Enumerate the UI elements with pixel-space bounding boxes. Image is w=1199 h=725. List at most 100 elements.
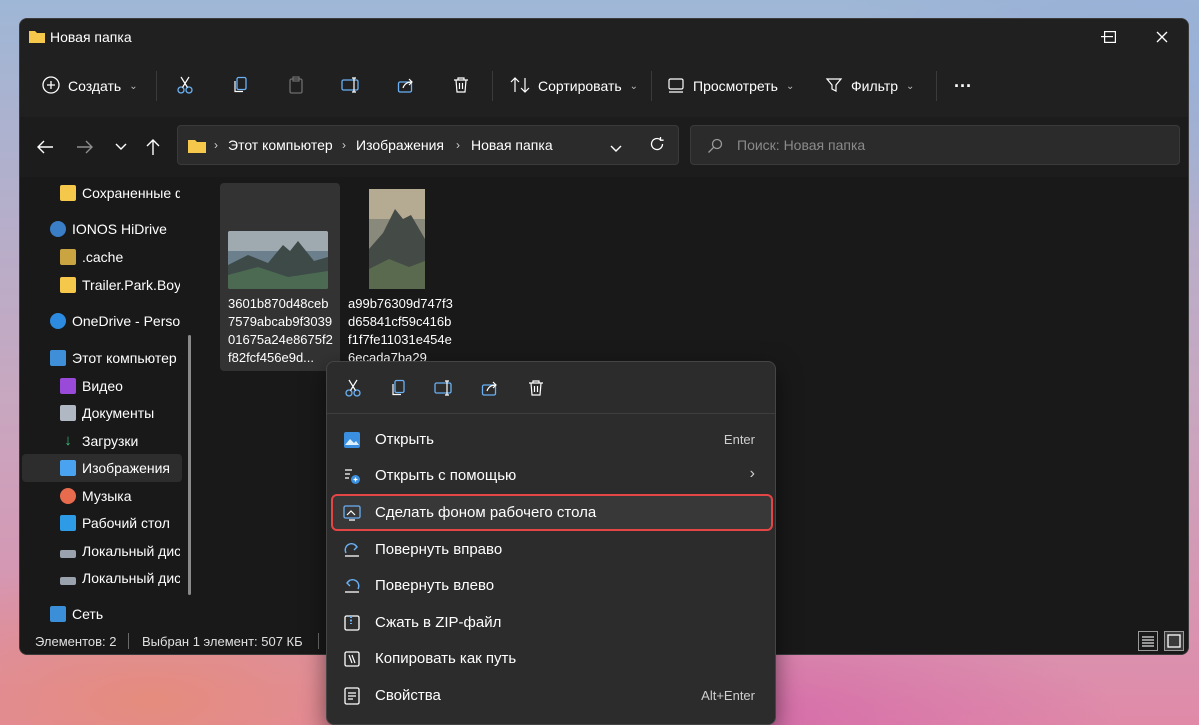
create-button[interactable]: Создать ⌄	[42, 69, 138, 103]
sort-button[interactable]: Сортировать ⌄	[510, 69, 638, 103]
menu-item-rotate-left[interactable]: Повернуть влево	[333, 569, 771, 602]
command-bar: Создать ⌄ Сортировать ⌄ Просмотреть ⌄ Фи…	[20, 55, 1188, 117]
menu-item-properties[interactable]: Свойства Alt+Enter	[333, 679, 771, 712]
sidebar-item-music[interactable]: Музыка	[20, 482, 180, 510]
address-bar[interactable]: › Этот компьютер › Изображения › Новая п…	[177, 125, 679, 165]
filter-icon	[825, 76, 843, 97]
file-name: a99b76309d747f3d65841cf59c416bf1f7fe1103…	[348, 296, 453, 365]
sidebar-item-local-disk-1[interactable]: Локальный дис	[20, 537, 180, 565]
sidebar-item-label: Trailer.Park.Boys	[82, 277, 180, 293]
breadcrumb-separator: ›	[456, 138, 460, 152]
menu-item-label: Повернуть вправо	[375, 541, 503, 558]
search-box[interactable]: Поиск: Новая папка	[690, 125, 1180, 165]
sidebar-item-trailer-park-boys[interactable]: Trailer.Park.Boys	[20, 271, 180, 299]
menu-item-copy-as-path[interactable]: Копировать как путь	[333, 642, 771, 675]
search-placeholder: Поиск: Новая папка	[737, 137, 866, 153]
menu-item-label: Копировать как путь	[375, 650, 517, 667]
menu-item-rotate-right[interactable]: Повернуть вправо	[333, 533, 771, 566]
documents-icon	[60, 405, 76, 421]
sidebar-item-this-pc[interactable]: Этот компьютер	[20, 344, 180, 372]
file-item[interactable]: 3601b870d48ceb7579abcab9f303901675a24e86…	[220, 183, 340, 371]
sidebar-item-desktop[interactable]: Рабочий стол	[20, 509, 180, 537]
breadcrumb-this-pc[interactable]: Этот компьютер	[228, 137, 333, 153]
delete-button[interactable]	[452, 69, 470, 103]
downloads-icon: ↓	[64, 432, 72, 449]
toolbar-divider	[936, 71, 937, 101]
rename-button[interactable]	[341, 69, 361, 103]
chevron-down-icon: ⌄	[785, 80, 795, 92]
view-button[interactable]: Просмотреть ⌄	[667, 69, 794, 103]
address-dropdown-icon[interactable]	[610, 140, 622, 158]
copy-icon	[232, 76, 250, 97]
sidebar-item-network[interactable]: Сеть	[20, 600, 180, 628]
details-view-button[interactable]	[1138, 631, 1158, 651]
sidebar-scrollbar[interactable]	[188, 335, 191, 595]
rename-icon[interactable]	[433, 377, 455, 399]
file-name: 3601b870d48ceb7579abcab9f303901675a24e86…	[228, 296, 333, 365]
back-button[interactable]	[30, 133, 60, 161]
sidebar-item-label: Музыка	[82, 488, 132, 504]
rotate-right-icon	[343, 541, 361, 559]
music-icon	[60, 488, 76, 504]
sidebar-item-cache[interactable]: .cache	[20, 243, 180, 271]
menu-item-open-with[interactable]: Открыть с помощью ›	[333, 459, 771, 492]
copy-button[interactable]	[232, 69, 250, 103]
forward-button[interactable]	[70, 133, 100, 161]
menu-item-shortcut: Enter	[723, 432, 755, 447]
navigation-bar: › Этот компьютер › Изображения › Новая п…	[20, 117, 1188, 177]
cut-button[interactable]	[176, 69, 194, 103]
status-divider	[128, 633, 129, 649]
filter-button[interactable]: Фильтр ⌄	[825, 69, 914, 103]
refresh-icon[interactable]	[649, 136, 665, 157]
cut-icon[interactable]	[342, 377, 364, 399]
title-bar: Новая папка	[20, 19, 1188, 55]
sidebar-item-videos[interactable]: Видео	[20, 372, 180, 400]
close-button[interactable]	[1134, 19, 1188, 55]
drive-icon	[60, 577, 76, 585]
computer-icon	[50, 350, 66, 366]
search-icon	[707, 138, 723, 159]
sidebar-item-pictures[interactable]: Изображения	[22, 454, 182, 482]
plus-circle-icon	[42, 75, 60, 97]
menu-item-compress-zip[interactable]: Сжать в ZIP-файл	[333, 606, 771, 639]
copy-icon[interactable]	[388, 377, 410, 399]
tiles-view-button[interactable]	[1164, 631, 1184, 651]
share-icon[interactable]	[479, 377, 501, 399]
folder-icon	[60, 249, 76, 265]
menu-item-label: Открыть	[375, 431, 434, 448]
navigation-pane: Сохраненные ф IONOS HiDrive .cache Trail…	[20, 177, 200, 627]
desktop-icon	[60, 515, 76, 531]
paste-button[interactable]	[287, 69, 305, 103]
delete-icon	[452, 76, 470, 97]
sidebar-item-ionos-hidrive[interactable]: IONOS HiDrive	[20, 215, 180, 243]
menu-item-shortcut: Alt+Enter	[701, 688, 755, 703]
menu-item-label: Повернуть влево	[375, 577, 495, 594]
breadcrumb-pictures[interactable]: Изображения	[356, 137, 444, 153]
context-menu: Открыть Enter Открыть с помощью › Сделат…	[326, 361, 776, 725]
more-icon: ···	[954, 75, 972, 96]
onedrive-icon	[50, 313, 66, 329]
more-button[interactable]: ···	[954, 69, 972, 103]
sidebar-item-onedrive[interactable]: OneDrive - Persor	[20, 307, 180, 335]
sort-icon	[510, 76, 530, 97]
pictures-icon	[60, 460, 76, 476]
delete-icon[interactable]	[525, 377, 547, 399]
up-button[interactable]	[138, 133, 168, 161]
sidebar-item-saved[interactable]: Сохраненные ф	[20, 179, 180, 207]
share-icon	[397, 76, 415, 97]
sidebar-item-documents[interactable]: Документы	[20, 399, 180, 427]
breadcrumb-new-folder[interactable]: Новая папка	[471, 137, 553, 153]
menu-item-open[interactable]: Открыть Enter	[333, 423, 771, 456]
landscape-thumbnail	[228, 231, 328, 289]
recent-locations-button[interactable]	[106, 133, 136, 161]
file-item[interactable]: a99b76309d747f3d65841cf59c416bf1f7fe1103…	[340, 183, 460, 371]
chevron-down-icon: ⌄	[129, 80, 138, 92]
sidebar-item-local-disk-2[interactable]: Локальный дис	[20, 564, 180, 592]
menu-item-set-as-desktop-background[interactable]: Сделать фоном рабочего стола	[331, 494, 773, 531]
share-button[interactable]	[397, 69, 415, 103]
drive-icon	[60, 550, 76, 558]
chevron-down-icon: ⌄	[629, 80, 639, 92]
toolbar-divider	[492, 71, 493, 101]
sidebar-item-downloads[interactable]: ↓ Загрузки	[20, 427, 180, 455]
view-icon	[667, 76, 685, 97]
